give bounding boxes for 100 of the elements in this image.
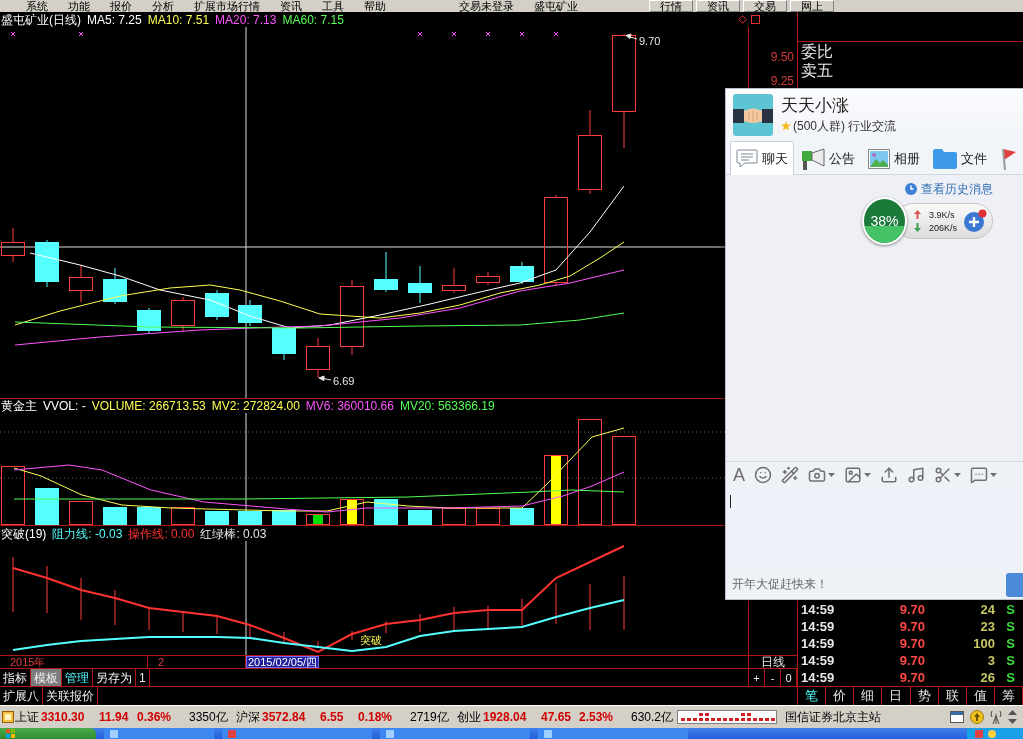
volume-bar [69,501,93,525]
caret-icon[interactable] [954,473,961,477]
menu-button[interactable]: 资讯 [696,0,740,12]
low-price-label: 6.69 [333,375,355,387]
message-icon[interactable] [970,466,988,484]
index-name: 沪深 [235,708,261,726]
taskbar-button[interactable] [104,728,214,739]
indicator-bar [589,583,591,631]
chat-tab[interactable]: 聊天 [730,141,794,175]
taskbar-button[interactable] [380,728,530,739]
menu-item[interactable]: 帮助 [364,0,386,12]
index-change: 6.55 [320,710,345,724]
square-icon[interactable] [2,711,14,723]
trade-volume: 26 [980,670,995,685]
image-icon[interactable] [844,466,862,484]
candlestick [238,299,262,327]
indicator-value: MV6: 360010.66 [305,399,394,413]
menu-item[interactable]: 功能 [68,0,90,12]
candlestick [272,325,296,361]
caret-icon[interactable] [828,473,835,477]
folder-icon [933,148,957,169]
indicator-value: MA10: 7.51 [147,12,210,27]
chat-tab[interactable]: 公告 [795,141,861,175]
index-change: 47.65 [541,710,573,724]
chat-tab[interactable]: 相册 [862,141,926,175]
plus-icon[interactable] [963,209,987,233]
start-button[interactable] [0,728,96,739]
square-icon[interactable] [751,15,760,24]
volume-bar [306,514,330,525]
bottom-tab[interactable]: 管理 [62,669,93,686]
font-button[interactable]: A [733,466,745,484]
menu-button[interactable]: 行情 [649,0,693,12]
trade-price: 9.70 [899,602,925,617]
indicator-bar [182,612,184,633]
menu-item[interactable]: 报价 [110,0,132,12]
upload-icon[interactable] [880,466,898,484]
caret-icon[interactable] [990,473,997,477]
diamond-icon[interactable] [738,15,747,24]
trade-side: S [1006,670,1015,685]
candlestick [1,227,25,263]
trade-volume: 24 [980,602,995,617]
trade-price: 9.70 [899,670,925,685]
scissors-icon[interactable] [934,466,952,484]
antenna-icon[interactable] [990,710,1002,724]
taskbar-button[interactable] [538,728,688,739]
trade-side: S [1006,636,1015,651]
candlestick [171,296,195,332]
trade-price: 9.70 [899,619,925,634]
indicator-value: VOLUME: 266713.53 [91,399,206,413]
trade-side: S [1006,602,1015,617]
stock-name: 盛屯矿业 [534,0,578,12]
trade-price: 9.70 [899,636,925,651]
index-name: 上证 [14,708,40,726]
menu-button[interactable]: 交易 [743,0,787,12]
camera-icon[interactable] [808,466,826,484]
menu-item[interactable]: 系统 [26,0,48,12]
handshake-icon [733,93,773,136]
bottom-tab[interactable]: 指标 [0,669,31,686]
bottom-tab[interactable]: 模板 [31,669,62,686]
cursor-date-label: 2015/02/05/四 [246,656,320,668]
volume-bar [238,511,262,525]
indicator-bar [487,605,489,630]
menu-item[interactable]: 扩展市场行情 [194,0,260,12]
bottom-tab[interactable]: 1 [136,669,150,686]
menu-item[interactable]: 工具 [322,0,344,12]
indicator-bar [623,575,625,631]
app-icon [544,729,552,738]
extension-tab[interactable]: 关联报价 [43,687,98,705]
sort-arrows-icon[interactable] [1008,710,1017,724]
window-icon[interactable] [950,711,964,723]
logo-icon [6,729,15,738]
extension-tab[interactable]: 扩展八 [0,687,43,705]
indicator-bar [216,614,218,635]
coin-icon[interactable] [970,710,984,724]
caret-icon[interactable] [864,473,871,477]
cross-marker [417,31,423,37]
index-value: 3310.30 [41,710,86,724]
volume-bar [171,507,195,525]
menu-button[interactable]: 网上 [790,0,834,12]
indicator-value: VVOL: - [43,399,86,413]
smiley-icon[interactable] [754,466,772,484]
music-note-icon[interactable] [907,466,925,484]
volume-bar [137,507,161,525]
menu-item[interactable]: 资讯 [280,0,302,12]
indicator-bar [317,640,319,649]
chat-tab[interactable]: 文件 [927,141,993,175]
menu-item[interactable]: 分析 [152,0,174,12]
volume-bar [1,466,25,525]
order-book-label: 委比 [800,42,833,61]
trade-time: 14:59 [801,619,835,634]
chart-title: 盛屯矿业(日线) [1,12,81,27]
panel-title: 黄金主 [1,399,37,413]
history-link[interactable]: 查看历史消息 [905,182,993,196]
indicator-bar [419,613,421,633]
indicator-value: 红绿棒: 0.03 [200,526,267,541]
magic-wand-icon[interactable] [781,466,799,484]
app-icon [228,729,236,738]
indicator-bar [385,620,387,634]
send-button[interactable] [1006,572,1023,597]
candlestick [374,251,398,293]
